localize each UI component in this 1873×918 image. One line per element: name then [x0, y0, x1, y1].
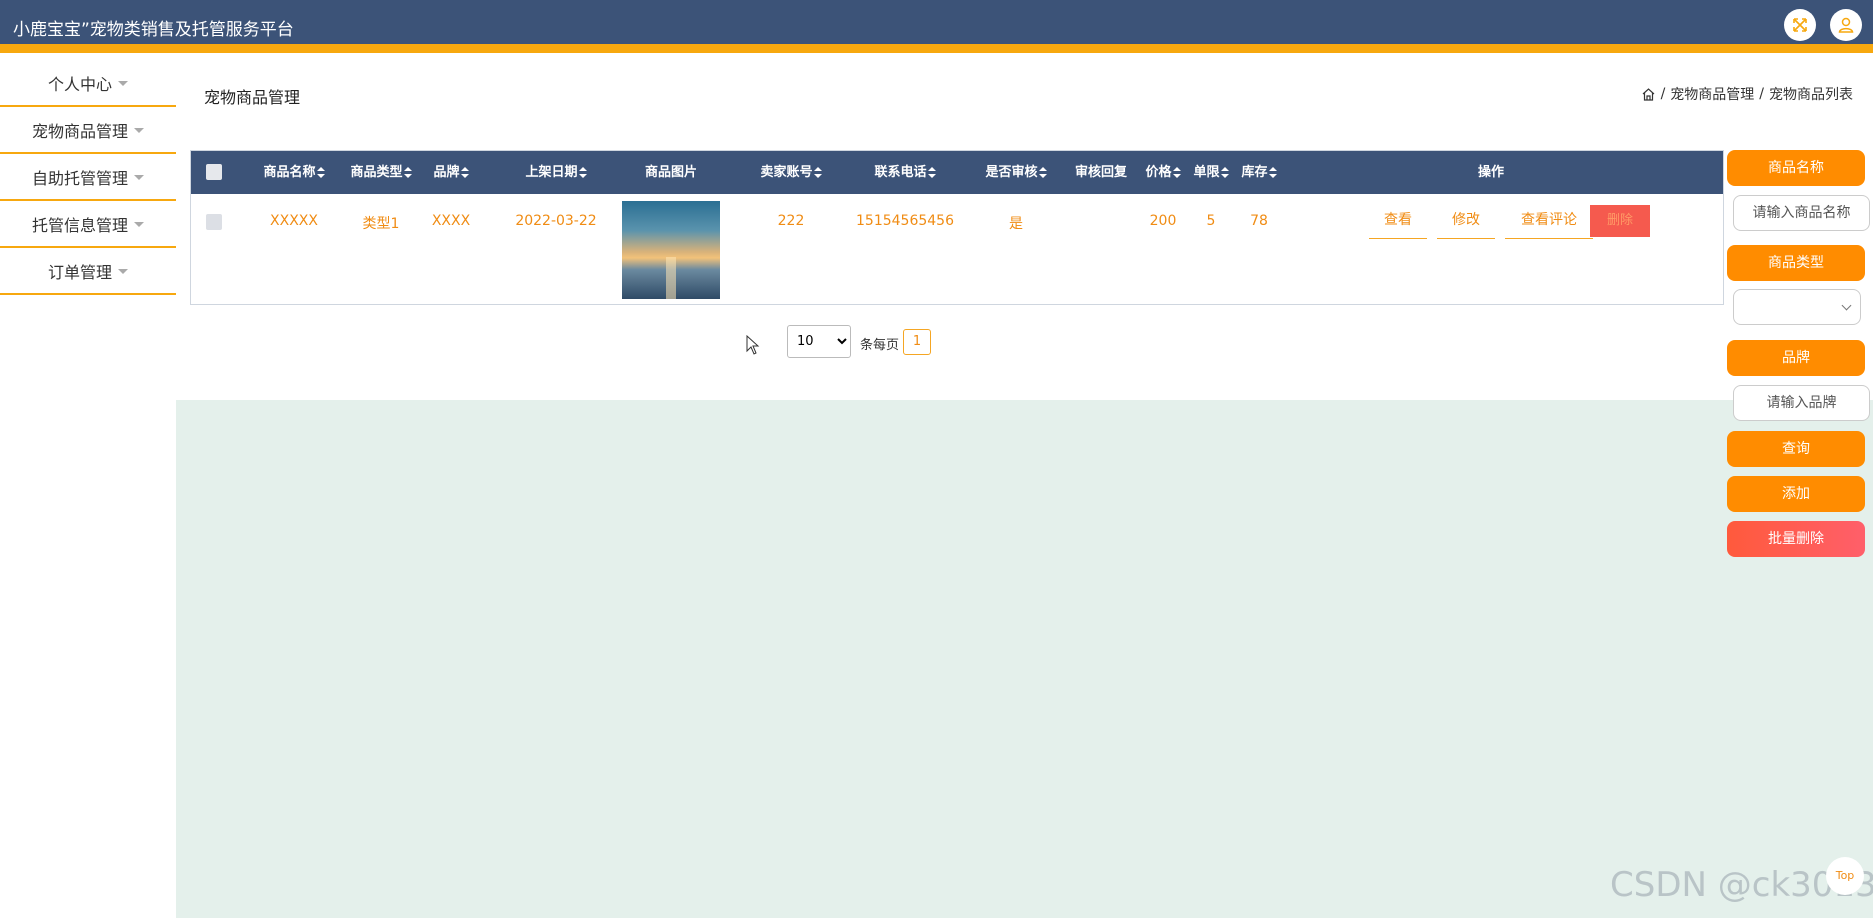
product-name-input[interactable]	[1733, 195, 1870, 231]
sidebar: 个人中心 宠物商品管理 自助托管管理 托管信息管理 订单管理	[0, 60, 176, 295]
cell-seller: 222	[777, 213, 805, 229]
table-header: 商品名称 商品类型 品牌 上架日期 商品图片 卖家账号 联系电话 是否审核 审核…	[191, 151, 1723, 194]
sort-icon[interactable]	[1220, 167, 1229, 178]
home-icon[interactable]	[1641, 87, 1656, 102]
sort-icon[interactable]	[316, 167, 325, 178]
view-comments-button[interactable]: 查看评论	[1505, 205, 1593, 239]
brand-label: 品牌	[1727, 340, 1865, 376]
column-header-audit[interactable]: 是否审核	[966, 151, 1066, 194]
sidebar-item-label: 自助托管管理	[31, 168, 128, 188]
per-page-label: 条每页	[860, 338, 900, 353]
sort-icon[interactable]	[1172, 167, 1181, 178]
column-header-ops: 操作	[1477, 165, 1504, 180]
sidebar-item-label: 个人中心	[47, 74, 112, 94]
sidebar-item-label: 订单管理	[47, 262, 112, 282]
product-type-select[interactable]	[1733, 289, 1861, 325]
delete-button[interactable]: 删除	[1590, 205, 1650, 237]
column-header-date[interactable]: 上架日期	[481, 151, 631, 194]
sidebar-item-label: 托管信息管理	[31, 215, 128, 235]
breadcrumb-item-pet-products[interactable]: 宠物商品管理	[1670, 84, 1754, 104]
user-icon	[1838, 17, 1854, 33]
sidebar-item-orders[interactable]: 订单管理	[0, 248, 176, 295]
breadcrumb-item-product-list: 宠物商品列表	[1769, 87, 1853, 103]
caret-down-icon	[134, 222, 144, 227]
sidebar-item-personal-center[interactable]: 个人中心	[0, 60, 176, 107]
caret-down-icon	[134, 128, 144, 133]
sort-icon[interactable]	[927, 167, 936, 178]
sort-icon[interactable]	[1268, 167, 1277, 178]
add-button[interactable]: 添加	[1727, 476, 1865, 512]
sort-icon[interactable]	[578, 167, 587, 178]
cell-phone: 15154565456	[856, 213, 954, 229]
caret-down-icon	[134, 175, 144, 180]
page-number-button[interactable]: 1	[903, 329, 931, 355]
sort-icon[interactable]	[813, 167, 822, 178]
cell-brand: XXXX	[431, 213, 471, 229]
row-checkbox[interactable]	[206, 214, 222, 230]
edit-button[interactable]: 修改	[1437, 205, 1495, 239]
top-header: 小鹿宝宝”宠物类销售及托管服务平台	[0, 0, 1873, 53]
products-table: 商品名称 商品类型 品牌 上架日期 商品图片 卖家账号 联系电话 是否审核 审核…	[190, 150, 1724, 305]
sort-icon[interactable]	[460, 167, 469, 178]
select-all-checkbox[interactable]	[206, 164, 222, 180]
cell-limit: 5	[1206, 213, 1216, 229]
app-title: 小鹿宝宝”宠物类销售及托管服务平台	[13, 20, 294, 40]
breadcrumb-separator: /	[1660, 86, 1666, 102]
caret-down-icon	[118, 269, 128, 274]
breadcrumb: / 宠物商品管理 / 宠物商品列表	[1641, 84, 1853, 104]
cell-date: 2022-03-22	[515, 213, 597, 229]
column-header-audit-reply: 审核回复	[1074, 165, 1127, 180]
main-content: 宠物商品管理 / 宠物商品管理 / 宠物商品列表 商品名称 商品类型 品牌 上架…	[176, 60, 1873, 918]
sort-icon[interactable]	[1038, 167, 1047, 178]
query-button[interactable]: 查询	[1727, 431, 1865, 467]
breadcrumb-separator: /	[1759, 86, 1764, 102]
column-header-limit[interactable]: 单限	[1186, 151, 1236, 194]
product-name-label: 商品名称	[1727, 150, 1865, 186]
cell-audit: 是	[1009, 216, 1023, 232]
sidebar-item-pet-products[interactable]: 宠物商品管理	[0, 107, 176, 154]
product-image[interactable]	[622, 201, 720, 299]
column-header-phone[interactable]: 联系电话	[845, 151, 965, 194]
content-background	[176, 400, 1873, 918]
page-size-select[interactable]: 10	[787, 325, 851, 358]
fullscreen-icon	[1793, 18, 1807, 32]
product-type-label: 商品类型	[1727, 245, 1865, 281]
page-title: 宠物商品管理	[204, 88, 301, 107]
column-header-brand[interactable]: 品牌	[416, 151, 486, 194]
batch-delete-button[interactable]: 批量删除	[1727, 521, 1865, 557]
caret-down-icon	[118, 81, 128, 86]
back-to-top-button[interactable]: Top	[1826, 857, 1864, 895]
column-header-stock[interactable]: 库存	[1234, 151, 1284, 194]
sidebar-item-hosting-info[interactable]: 托管信息管理	[0, 201, 176, 248]
column-header-image: 商品图片	[644, 165, 697, 180]
view-button[interactable]: 查看	[1369, 205, 1427, 239]
fullscreen-button[interactable]	[1784, 9, 1816, 41]
column-header-price[interactable]: 价格	[1138, 151, 1188, 194]
user-button[interactable]	[1830, 9, 1862, 41]
sidebar-item-self-hosting[interactable]: 自助托管管理	[0, 154, 176, 201]
cell-stock: 78	[1250, 213, 1268, 229]
mouse-cursor-icon	[746, 335, 760, 355]
chevron-down-icon	[1841, 300, 1852, 311]
brand-input[interactable]	[1733, 385, 1870, 421]
column-header-seller[interactable]: 卖家账号	[731, 151, 851, 194]
cell-price: 200	[1149, 213, 1177, 229]
sidebar-item-label: 宠物商品管理	[31, 121, 128, 141]
sort-icon[interactable]	[403, 167, 412, 178]
